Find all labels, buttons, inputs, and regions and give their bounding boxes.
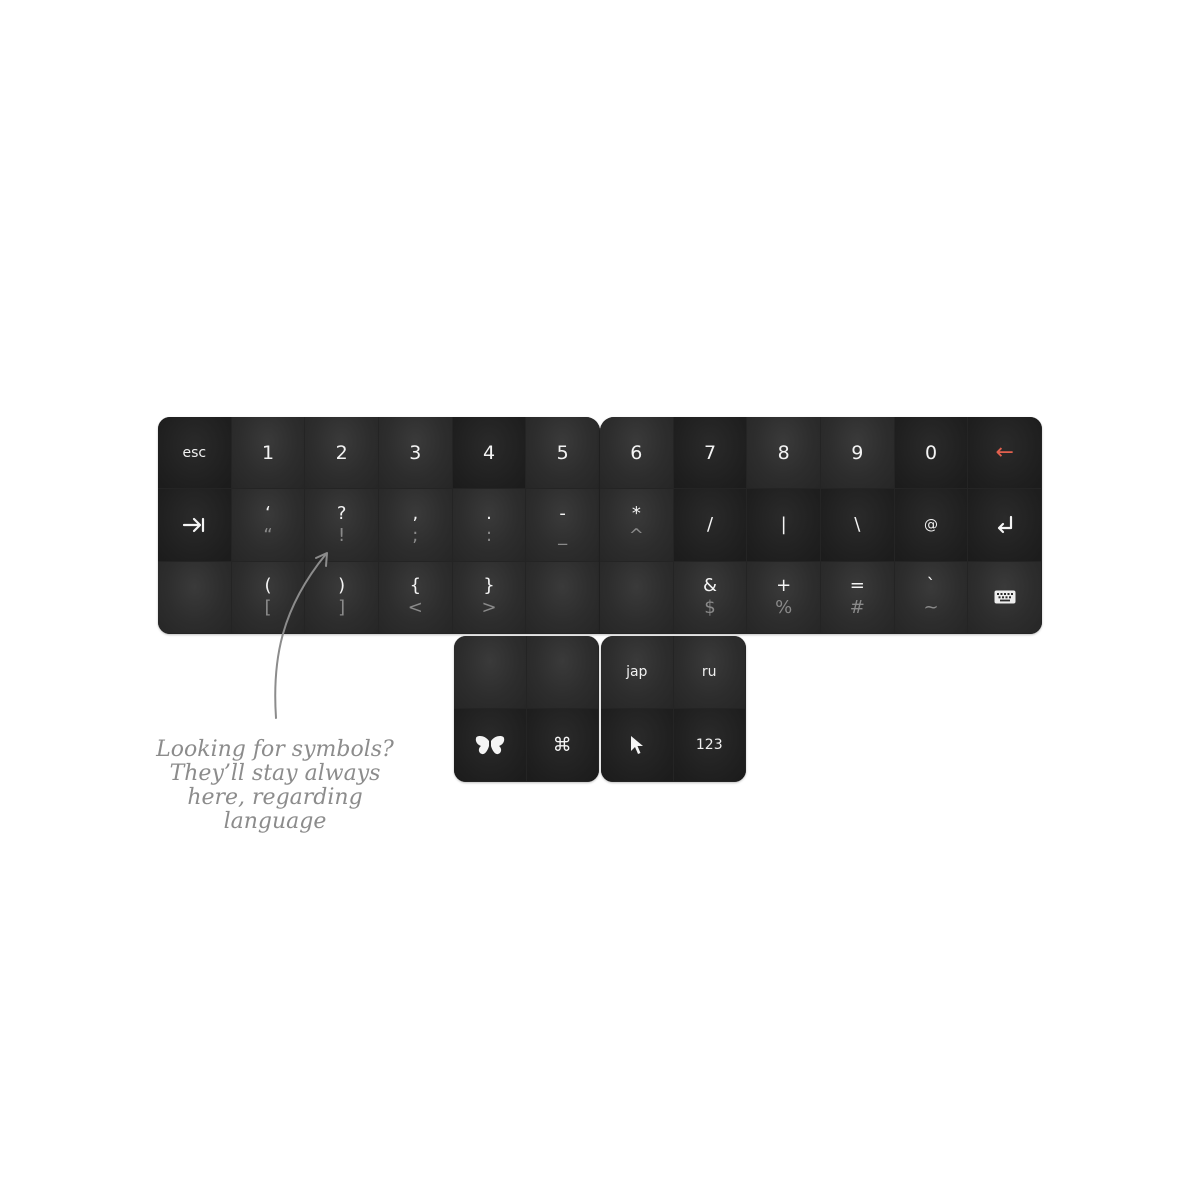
- command-icon: ⌘: [552, 734, 572, 756]
- key-secondary: $: [704, 597, 716, 619]
- tab-arrow-icon: [182, 516, 206, 534]
- key-label: esc: [182, 444, 207, 461]
- butterfly-icon: [475, 735, 505, 755]
- key-label: 8: [777, 441, 790, 464]
- key-primary: |: [780, 513, 787, 535]
- key-secondary: ~: [923, 597, 939, 619]
- annotation-note: Looking for symbols? They’ll stay always…: [140, 738, 410, 834]
- key-8[interactable]: 8: [747, 417, 821, 490]
- key-secondary: :: [485, 524, 493, 546]
- key-blank-right[interactable]: [600, 561, 674, 634]
- key-6[interactable]: 6: [600, 417, 674, 490]
- thumb-key-blank-2[interactable]: [526, 636, 599, 709]
- key-plus[interactable]: +%: [747, 561, 821, 634]
- key-primary: \: [854, 513, 861, 535]
- key-ampersand[interactable]: & $: [673, 561, 748, 634]
- thumb-key-123[interactable]: 123: [673, 709, 746, 782]
- return-arrow-icon: [995, 515, 1015, 535]
- key-secondary: >: [481, 597, 497, 619]
- key-secondary: ^: [628, 524, 644, 546]
- key-label: 7: [703, 441, 717, 464]
- key-equals[interactable]: = #: [820, 561, 895, 634]
- key-primary: =: [849, 575, 865, 597]
- annotation-line: They’ll stay always: [169, 761, 381, 786]
- key-primary: {: [409, 575, 422, 597]
- key-return[interactable]: [968, 489, 1042, 562]
- annotation-arrow: [274, 552, 328, 719]
- key-label: 5: [556, 441, 569, 464]
- thumb-cluster-right: jap ru 123: [601, 636, 746, 782]
- key-5[interactable]: 5: [526, 417, 600, 490]
- key-slash[interactable]: /: [673, 489, 748, 562]
- key-label: 4: [482, 441, 496, 464]
- key-primary: +: [776, 575, 792, 597]
- thumb-key-ru[interactable]: ru: [673, 636, 746, 709]
- key-label: 0: [924, 441, 938, 464]
- key-secondary: <: [407, 597, 423, 619]
- key-pipe[interactable]: |: [747, 489, 821, 562]
- key-comma[interactable]: ,;: [378, 489, 453, 562]
- key-backslash[interactable]: \: [820, 489, 895, 562]
- key-label: 6: [630, 441, 643, 464]
- key-esc[interactable]: esc: [158, 417, 232, 490]
- key-0[interactable]: 0: [894, 417, 969, 490]
- key-1[interactable]: 1: [231, 417, 306, 490]
- keyboard-left-half: esc 1 2 3 4 5 ‘“ ?! ,; .: - _ ([ )] {< } >: [158, 417, 600, 634]
- key-blank-left[interactable]: [158, 561, 232, 634]
- key-brace-close[interactable]: } >: [452, 561, 527, 634]
- key-9[interactable]: 9: [820, 417, 895, 490]
- thumb-key-butterfly[interactable]: [454, 709, 527, 782]
- key-primary: }: [483, 575, 495, 597]
- key-label: 3: [409, 441, 422, 464]
- key-label: 1: [261, 441, 275, 464]
- annotation-line: language: [223, 809, 327, 834]
- key-tab[interactable]: [158, 489, 232, 562]
- key-secondary: “: [263, 524, 273, 546]
- key-secondary: !: [338, 524, 346, 546]
- annotation-line: here, regarding: [187, 785, 363, 810]
- key-at[interactable]: @: [894, 489, 969, 562]
- keyboard-right-half: 6 7 8 9 0 ← * ^ / | \ @ & $ +% = # ` ~: [600, 417, 1042, 634]
- thumb-key-cursor[interactable]: [601, 709, 674, 782]
- key-label: 123: [695, 737, 723, 753]
- key-secondary: ;: [412, 524, 419, 546]
- key-secondary: #: [849, 597, 865, 619]
- key-4[interactable]: 4: [452, 417, 527, 490]
- key-primary: ‘: [265, 502, 271, 524]
- key-label: ru: [701, 664, 717, 680]
- backspace-arrow-icon: ←: [995, 440, 1014, 466]
- thumb-key-blank-1[interactable]: [454, 636, 527, 709]
- key-primary: /: [706, 513, 714, 535]
- cursor-icon: [629, 735, 645, 755]
- key-label: jap: [626, 664, 648, 680]
- key-7[interactable]: 7: [673, 417, 748, 490]
- key-label: 9: [851, 441, 864, 464]
- key-asterisk[interactable]: * ^: [600, 489, 674, 562]
- thumb-cluster-left: ⌘: [454, 636, 599, 782]
- key-primary: ?: [336, 502, 347, 524]
- key-blank-left-2[interactable]: [526, 561, 600, 634]
- key-period[interactable]: .:: [452, 489, 527, 562]
- key-primary: `: [926, 575, 936, 597]
- key-backspace[interactable]: ←: [968, 417, 1042, 490]
- keyboard-icon: [994, 590, 1016, 604]
- key-keyboard-switch[interactable]: [968, 561, 1042, 634]
- key-primary: -: [559, 502, 566, 524]
- key-label: 2: [335, 441, 348, 464]
- key-primary: *: [631, 502, 641, 524]
- annotation-line: Looking for symbols?: [156, 737, 394, 762]
- key-brace-open[interactable]: {<: [378, 561, 453, 634]
- thumb-key-jap[interactable]: jap: [601, 636, 674, 709]
- key-secondary: %: [775, 597, 793, 619]
- key-backtick[interactable]: ` ~: [894, 561, 969, 634]
- key-primary: ,: [412, 502, 419, 524]
- key-3[interactable]: 3: [378, 417, 453, 490]
- key-dash[interactable]: - _: [526, 489, 600, 562]
- key-primary: @: [923, 516, 938, 533]
- key-secondary: _: [558, 524, 568, 546]
- key-2[interactable]: 2: [305, 417, 379, 490]
- key-primary: &: [702, 575, 718, 597]
- key-primary: .: [486, 502, 492, 524]
- thumb-key-command[interactable]: ⌘: [526, 709, 599, 782]
